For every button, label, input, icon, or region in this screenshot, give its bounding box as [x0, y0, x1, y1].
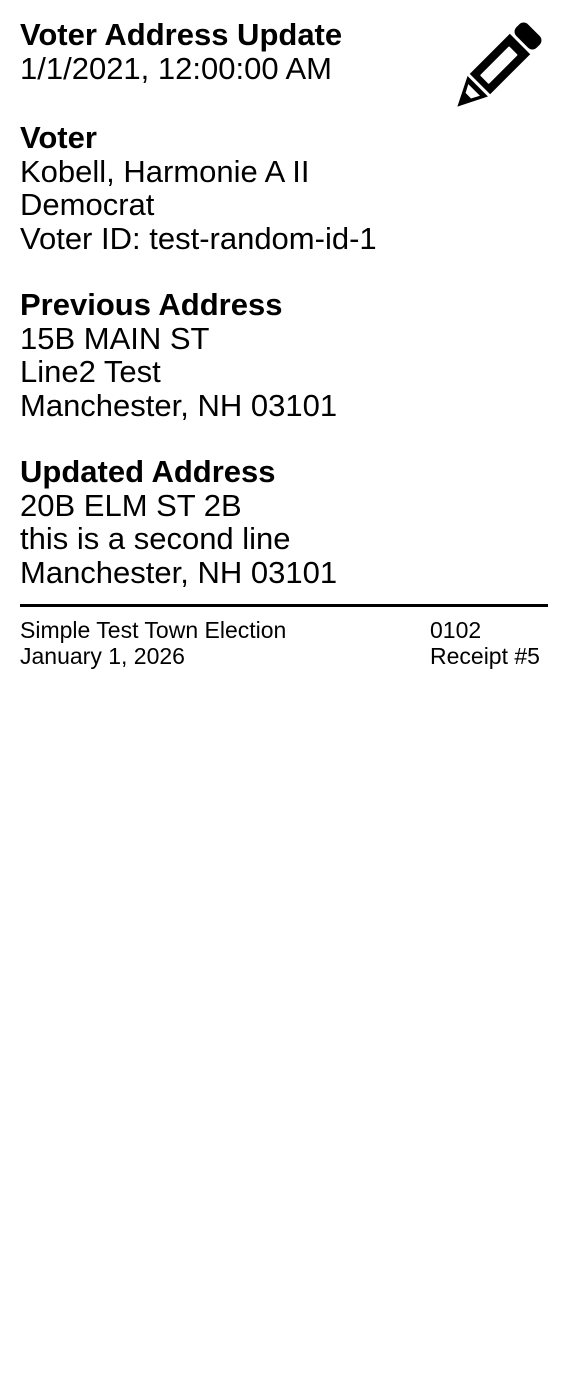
footer-election-info: Simple Test Town Election January 1, 202…	[20, 617, 286, 669]
election-date: January 1, 2026	[20, 643, 185, 669]
previous-address-section: Previous Address 15B MAIN ST Line2 Test …	[20, 288, 548, 422]
election-name: Simple Test Town Election	[20, 617, 287, 643]
previous-address-line2: Line2 Test	[20, 354, 161, 389]
receipt-header: Voter Address Update 1/1/2021, 12:00:00 …	[20, 18, 548, 107]
receipt-number: Receipt #5	[430, 643, 540, 669]
updated-address-city-state-zip: Manchester, NH 03101	[20, 554, 338, 590]
updated-address-line1: 20B ELM ST 2B	[20, 487, 242, 523]
previous-address-heading: Previous Address	[20, 287, 283, 322]
voter-party: Democrat	[20, 187, 155, 222]
receipt-footer: Simple Test Town Election January 1, 202…	[20, 617, 548, 671]
receipt: Voter Address Update 1/1/2021, 12:00:00 …	[20, 18, 548, 671]
pencil-icon	[457, 22, 542, 107]
voter-name: Kobell, Harmonie A II	[20, 153, 310, 189]
previous-address-line1: 15B MAIN ST	[20, 320, 210, 356]
footer-receipt-info: 0102 Receipt #5	[430, 617, 540, 669]
receipt-code: 0102	[430, 617, 482, 643]
footer-divider	[20, 604, 548, 607]
previous-address-city-state-zip: Manchester, NH 03101	[20, 387, 338, 423]
voter-heading: Voter	[20, 120, 97, 155]
updated-address-line2: this is a second line	[20, 521, 291, 556]
voter-section: Voter Kobell, Harmonie A II Democrat Vot…	[20, 121, 548, 255]
voter-id: Voter ID: test-random-id-1	[20, 220, 377, 256]
updated-address-heading: Updated Address	[20, 454, 276, 489]
updated-address-section: Updated Address 20B ELM ST 2B this is a …	[20, 455, 548, 589]
